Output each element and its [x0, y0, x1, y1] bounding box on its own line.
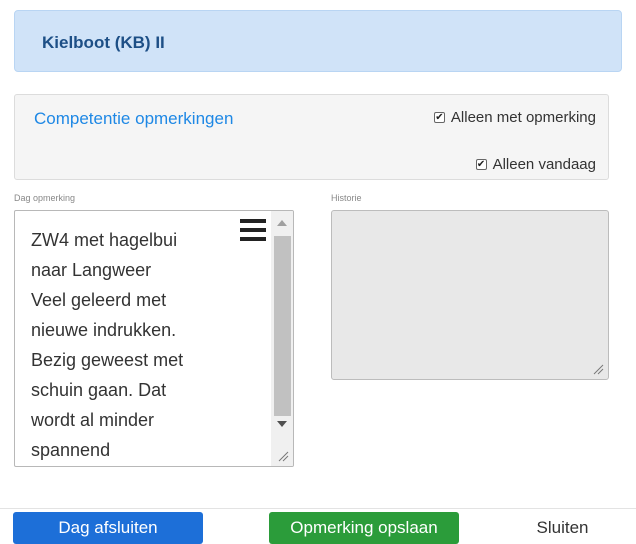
vertical-scrollbar[interactable]: [271, 211, 293, 466]
competentie-title[interactable]: Competentie opmerkingen: [34, 109, 233, 129]
scroll-thumb[interactable]: [274, 236, 291, 416]
dag-opmerking-text[interactable]: ZW4 met hagelbui naar Langweer Veel gele…: [31, 225, 183, 465]
text-line: wordt al minder: [31, 410, 155, 430]
text-line: ZW4 met hagelbui: [31, 230, 178, 250]
scroll-up-icon[interactable]: [277, 220, 287, 226]
historie-label: Historie: [331, 193, 362, 203]
checkbox-alleen-vandaag[interactable]: ✔ Alleen vandaag: [475, 156, 596, 173]
opmerking-opslaan-button[interactable]: Opmerking opslaan: [269, 512, 459, 544]
dag-opmerking-label: Dag opmerking: [14, 193, 76, 203]
checkbox-alleen-met-opmerking[interactable]: ✔ Alleen met opmerking: [433, 109, 596, 126]
scroll-down-icon[interactable]: [277, 421, 287, 427]
resize-handle-icon[interactable]: [277, 450, 289, 462]
page-title: Kielboot (KB) II: [42, 33, 165, 52]
checkbox-vandaag-label: Alleen vandaag: [492, 156, 596, 173]
text-line: nieuwe indrukken.: [31, 320, 177, 340]
footer-divider: [0, 508, 636, 509]
text-line: Bezig geweest met: [31, 350, 184, 370]
menu-icon[interactable]: [240, 219, 266, 241]
historie-textarea[interactable]: [331, 210, 609, 380]
resize-handle-icon[interactable]: [592, 363, 604, 375]
dag-opmerking-textarea[interactable]: ZW4 met hagelbui naar Langweer Veel gele…: [14, 210, 294, 467]
checkbox-checked-icon[interactable]: ✔: [475, 159, 487, 170]
header-panel: Kielboot (KB) II: [14, 10, 622, 72]
text-line: naar Langweer: [31, 260, 152, 280]
competentie-panel: Competentie opmerkingen ✔ Alleen met opm…: [14, 94, 609, 180]
dag-afsluiten-button[interactable]: Dag afsluiten: [13, 512, 203, 544]
text-line: Veel geleerd met: [31, 290, 167, 310]
text-line: spannend: [31, 440, 111, 460]
text-line: schuin gaan. Dat: [31, 380, 167, 400]
sluiten-button[interactable]: Sluiten: [505, 512, 620, 544]
checkbox-opmerking-label: Alleen met opmerking: [450, 109, 596, 126]
checkbox-checked-icon[interactable]: ✔: [433, 112, 445, 123]
